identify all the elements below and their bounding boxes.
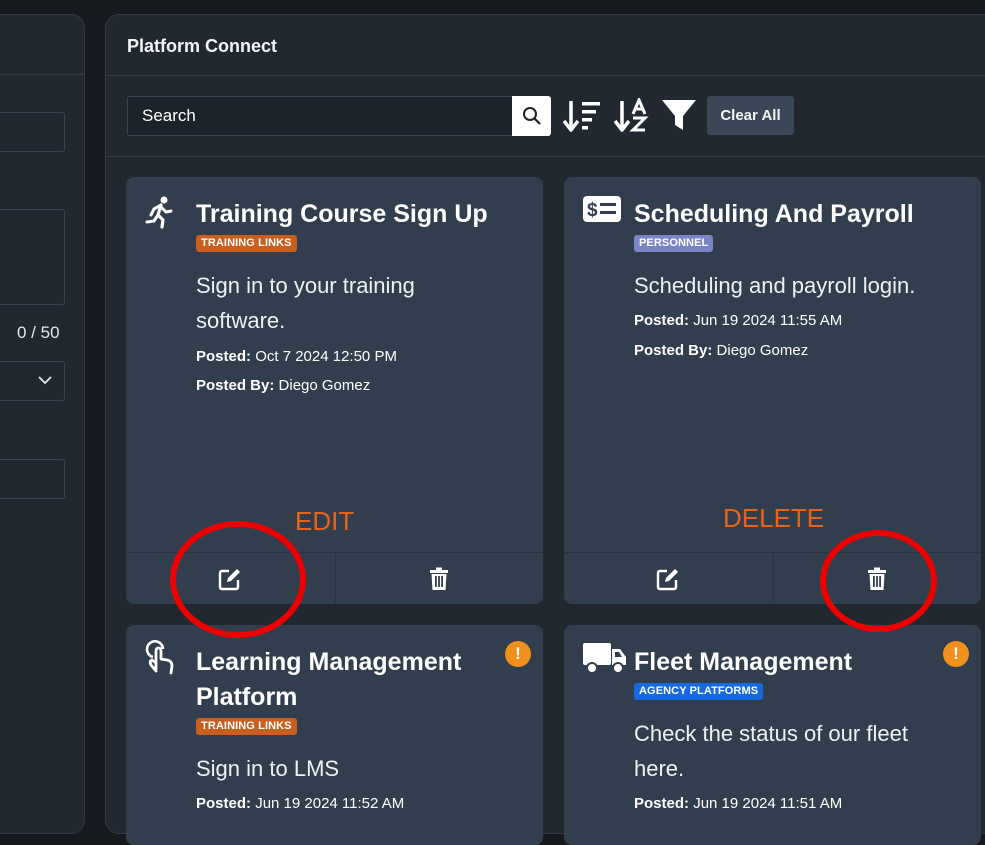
edit-icon (657, 569, 679, 591)
card-title: Scheduling And Payroll (634, 200, 914, 228)
toolbar: Clear All (106, 76, 985, 157)
posted-by: Posted By: Diego Gomez (634, 342, 808, 359)
edit-highlight-circle (170, 521, 306, 638)
card-fleet-management: Fleet Management ! AGENCY PLATFORMS Chec… (564, 625, 981, 845)
search-button[interactable] (512, 96, 551, 136)
category-badge: TRAINING LINKS (196, 235, 297, 252)
money-bill-icon: $ (583, 196, 621, 222)
category-badge: AGENCY PLATFORMS (634, 683, 764, 700)
card-title: Training Course Sign Up (196, 200, 488, 228)
posted-date: Posted: Oct 7 2024 12:50 PM (196, 348, 397, 365)
posted-label: Posted: (634, 312, 690, 329)
card-description: Sign in to your training software. (196, 273, 415, 333)
posted-by-value: Diego Gomez (716, 342, 809, 359)
svg-text:$: $ (587, 200, 598, 221)
left-panel-header (0, 15, 84, 75)
posted-value: Jun 19 2024 11:51 AM (693, 795, 843, 812)
edit-button[interactable] (564, 553, 773, 605)
left-text-input[interactable] (0, 112, 65, 152)
left-select[interactable] (0, 361, 65, 401)
posted-date: Posted: Jun 19 2024 11:52 AM (196, 795, 404, 812)
posted-by-value: Diego Gomez (278, 377, 371, 394)
delete-annotation-label: DELETE (723, 503, 825, 533)
posted-date: Posted: Jun 19 2024 11:55 AM (634, 312, 842, 329)
posted-value: Jun 19 2024 11:55 AM (693, 312, 843, 329)
panel-header: Platform Connect (106, 15, 985, 76)
posted-label: Posted: (634, 795, 690, 812)
trash-icon (430, 567, 449, 590)
sort-descending-icon[interactable] (563, 98, 603, 134)
posted-value: Jun 19 2024 11:52 AM (255, 795, 405, 812)
search-icon (522, 107, 541, 125)
posted-by: Posted By: Diego Gomez (196, 377, 370, 394)
posted-date: Posted: Jun 19 2024 11:51 AM (634, 795, 842, 812)
card-scheduling-and-payroll: $ Scheduling And Payroll PERSONNEL Sched… (564, 177, 981, 605)
left-text-input-2[interactable] (0, 459, 65, 499)
card-learning-management-platform: Learning Management Platform ! TRAINING … (126, 625, 543, 845)
warning-icon: ! (943, 641, 969, 667)
running-person-icon (145, 196, 173, 229)
clear-all-button[interactable]: Clear All (707, 96, 794, 135)
card-title: Learning Management Platform (196, 648, 462, 711)
left-textarea[interactable] (0, 209, 65, 305)
posted-label: Posted: (196, 795, 252, 812)
card-title: Fleet Management (634, 648, 853, 676)
hand-pointer-icon (145, 640, 174, 675)
delete-button[interactable] (334, 553, 544, 605)
filter-icon[interactable] (661, 98, 697, 132)
category-badge: TRAINING LINKS (196, 718, 297, 735)
posted-value: Oct 7 2024 12:50 PM (255, 348, 397, 365)
posted-by-label: Posted By: (196, 377, 275, 394)
sort-alpha-icon[interactable] (614, 98, 652, 134)
card-description: Scheduling and payroll login. (634, 273, 916, 298)
search-input[interactable] (127, 96, 513, 136)
truck-icon (583, 643, 626, 674)
warning-icon: ! (505, 641, 531, 667)
category-badge: PERSONNEL (634, 235, 714, 252)
left-side-panel: 0 / 50 (0, 14, 85, 834)
card-description: Sign in to LMS (196, 756, 340, 781)
edit-annotation-label: EDIT (295, 506, 355, 536)
chevron-down-icon (38, 376, 52, 385)
card-description: Check the status of our fleet here. (634, 721, 908, 781)
panel-title: Platform Connect (127, 36, 278, 56)
delete-highlight-circle (820, 530, 937, 632)
posted-label: Posted: (196, 348, 252, 365)
char-counter: 0 / 50 (17, 323, 60, 342)
posted-by-label: Posted By: (634, 342, 713, 359)
